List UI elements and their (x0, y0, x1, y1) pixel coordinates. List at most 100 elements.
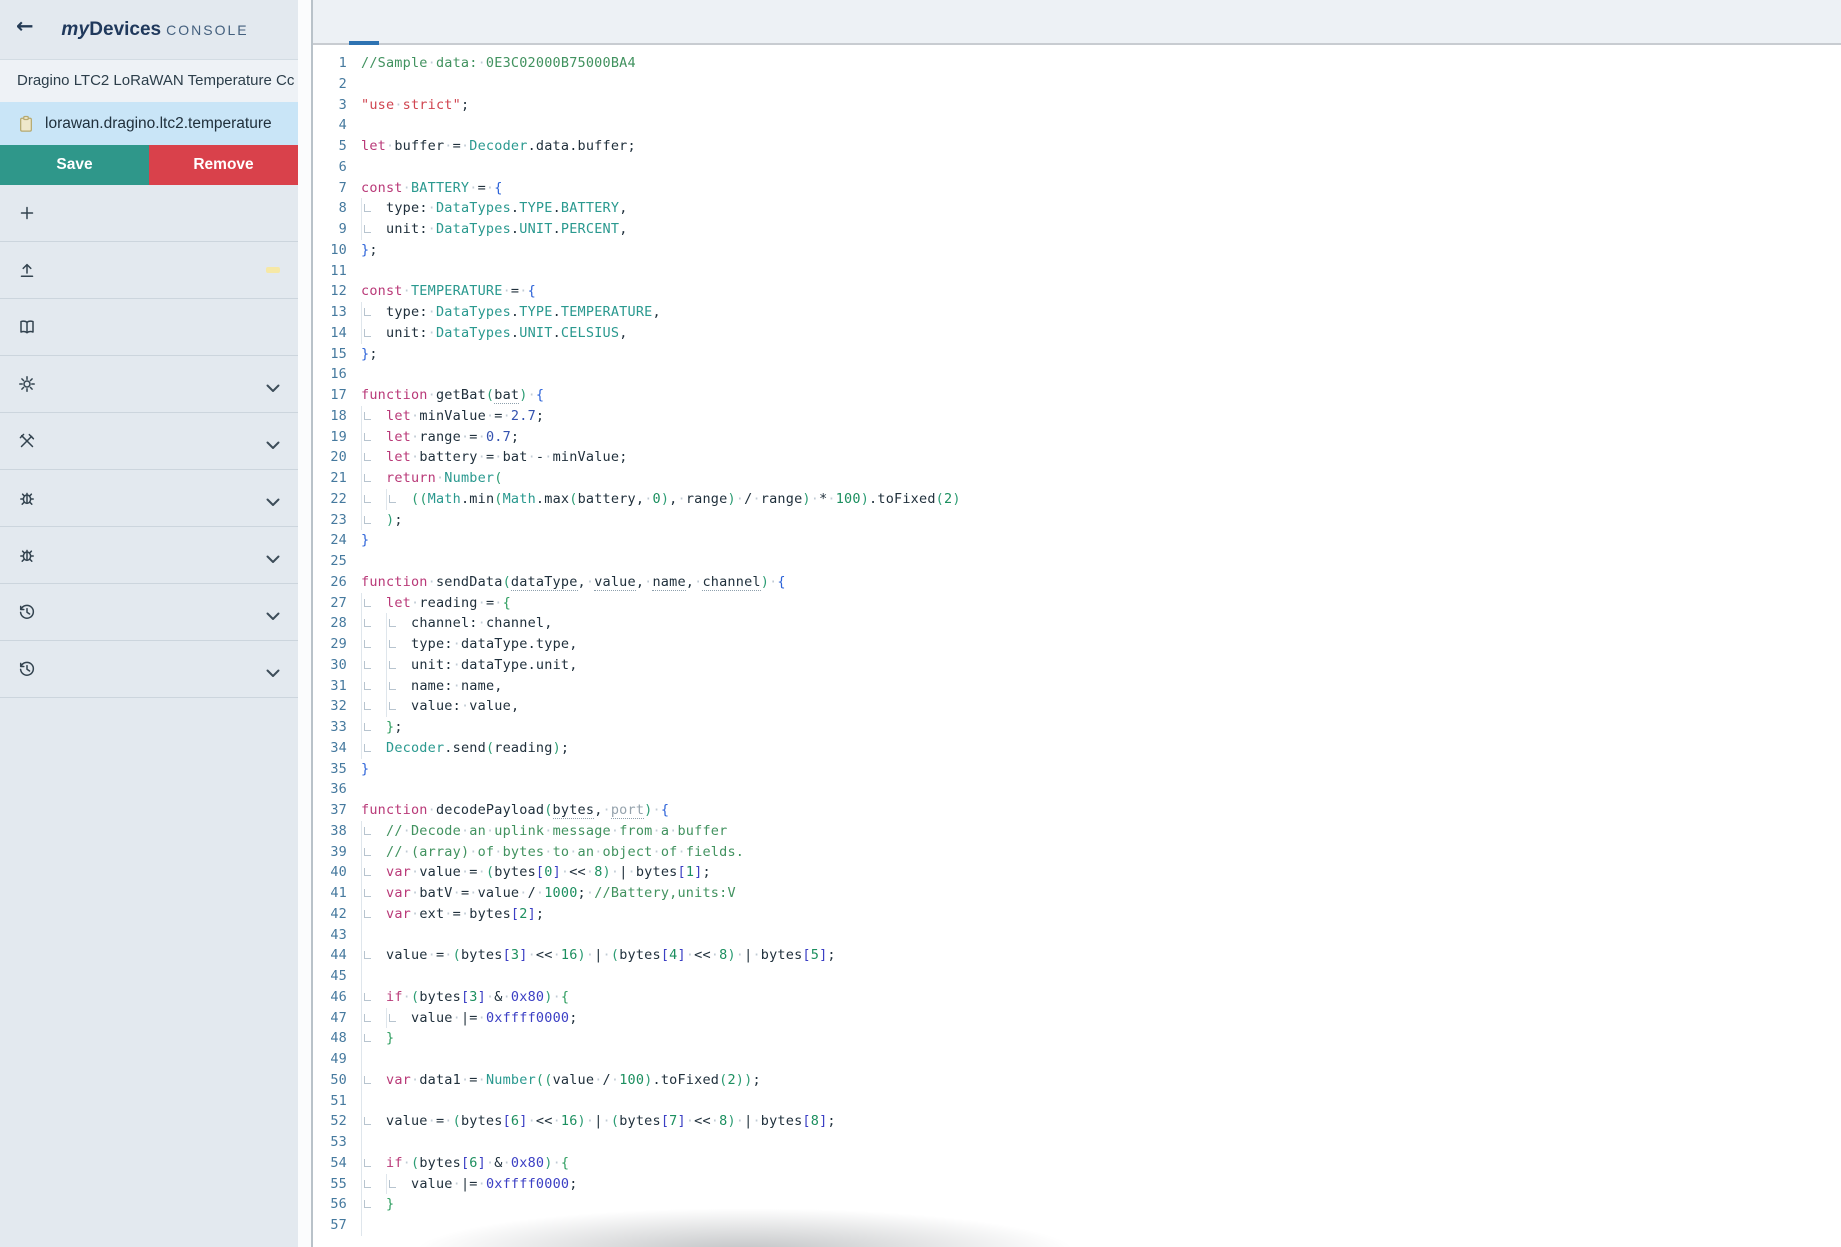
remove-button[interactable]: Remove (149, 145, 298, 185)
code-line[interactable]: 30unit:·dataType.unit, (313, 655, 1841, 676)
chevron-down-icon[interactable] (266, 551, 280, 560)
code-line[interactable]: 8type:·DataTypes.TYPE.BATTERY, (313, 198, 1841, 219)
code-line[interactable]: 31name:·name, (313, 676, 1841, 697)
code-line[interactable]: 25 (313, 551, 1841, 572)
sidebar-item-import-codec[interactable] (0, 242, 298, 299)
sidebar-item-encoder-debug[interactable] (0, 527, 298, 584)
code-line[interactable]: 13type:·DataTypes.TYPE.TEMPERATURE, (313, 302, 1841, 323)
code-line[interactable]: 49 (313, 1049, 1841, 1070)
code-line[interactable]: 14unit:·DataTypes.UNIT.CELSIUS, (313, 323, 1841, 344)
book-icon (18, 318, 36, 336)
sidebar-item-codec-options[interactable] (0, 356, 298, 413)
code-line[interactable]: 36 (313, 779, 1841, 800)
code-line[interactable]: 26function·sendData(dataType,·value,·nam… (313, 572, 1841, 593)
code-line[interactable]: 48} (313, 1028, 1841, 1049)
code-line[interactable]: 44value·=·(bytes[3]·<<·16)·|·(bytes[4]·<… (313, 945, 1841, 966)
sidebar-item-codec-library[interactable] (0, 299, 298, 356)
code-line[interactable]: 35} (313, 759, 1841, 780)
line-number: 51 (313, 1091, 361, 1112)
code-line[interactable]: 19let·range·=·0.7; (313, 427, 1841, 448)
code-line[interactable]: 21return·Number( (313, 468, 1841, 489)
line-number: 22 (313, 489, 361, 510)
line-number: 14 (313, 323, 361, 344)
code-line[interactable]: 11 (313, 261, 1841, 282)
code-line[interactable]: 39//·(array)·of·bytes·to·an·object·of·fi… (313, 842, 1841, 863)
indent-guide (361, 323, 386, 344)
code-line[interactable]: 51 (313, 1091, 1841, 1112)
sidebar-item-decoder-debug[interactable] (0, 470, 298, 527)
code-line[interactable]: 16 (313, 364, 1841, 385)
sidebar-item-device-options[interactable] (0, 641, 298, 698)
save-button[interactable]: Save (0, 145, 149, 185)
line-number: 56 (313, 1194, 361, 1215)
code-line[interactable]: 24} (313, 530, 1841, 551)
code-line[interactable]: 1//Sample·data:·0E3C02000B75000BA4 (313, 53, 1841, 74)
indent-guide (361, 1091, 386, 1112)
code-line[interactable]: 37function·decodePayload(bytes,·port)·{ (313, 800, 1841, 821)
line-number: 7 (313, 178, 361, 199)
chevron-down-icon[interactable] (266, 437, 280, 446)
code-line[interactable]: 34Decoder.send(reading); (313, 738, 1841, 759)
code-line[interactable]: 56} (313, 1194, 1841, 1215)
indent-guide (361, 219, 386, 240)
code-line[interactable]: 15}; (313, 344, 1841, 365)
code-line[interactable]: 43 (313, 925, 1841, 946)
code-line[interactable]: 57 (313, 1215, 1841, 1236)
code-line[interactable]: 45 (313, 966, 1841, 987)
code-line[interactable]: 23); (313, 510, 1841, 531)
code-line[interactable]: 53 (313, 1132, 1841, 1153)
tab-setup-js[interactable] (439, 0, 469, 43)
code-line[interactable]: 47value·|=·0xffff0000; (313, 1008, 1841, 1029)
line-number: 36 (313, 779, 361, 800)
selected-codec-item[interactable]: lorawan.dragino.ltc2.temperature (0, 102, 298, 145)
sidebar-item-decoder-builder[interactable] (0, 413, 298, 470)
chevron-down-icon[interactable] (266, 494, 280, 503)
sidebar-scrollbar-track[interactable] (298, 0, 311, 1247)
code-line[interactable]: 41var·batV·=·value·/·1000;·//Battery,uni… (313, 883, 1841, 904)
code-line[interactable]: 28channel:·channel, (313, 613, 1841, 634)
indent-guide (386, 613, 411, 634)
codec-title[interactable]: Dragino LTC2 LoRaWAN Temperature Cc (0, 60, 298, 102)
code-line[interactable]: 4 (313, 115, 1841, 136)
chevron-down-icon[interactable] (266, 608, 280, 617)
code-line[interactable]: 54if·(bytes[6]·&·0x80)·{ (313, 1153, 1841, 1174)
tab-common-js[interactable] (319, 0, 349, 43)
chevron-down-icon[interactable] (266, 665, 280, 674)
code-line[interactable]: 50var·data1·=·Number((value·/·100).toFix… (313, 1070, 1841, 1091)
code-line[interactable]: 9unit:·DataTypes.UNIT.PERCENT, (313, 219, 1841, 240)
code-line[interactable]: 42var·ext·=·bytes[2]; (313, 904, 1841, 925)
code-line[interactable]: 46if·(bytes[3]·&·0x80)·{ (313, 987, 1841, 1008)
code-line[interactable]: 7const·BATTERY·=·{ (313, 178, 1841, 199)
code-line[interactable]: 3"use·strict"; (313, 95, 1841, 116)
code-line[interactable]: 5let·buffer·=·Decoder.data.buffer; (313, 136, 1841, 157)
tab-decoder-test-json[interactable] (379, 0, 409, 43)
line-number: 24 (313, 530, 361, 551)
code-line[interactable]: 40var·value·=·(bytes[0]·<<·8)·|·bytes[1]… (313, 862, 1841, 883)
code-line[interactable]: 2 (313, 74, 1841, 95)
back-button[interactable]: ← (16, 16, 34, 37)
code-line[interactable]: 10}; (313, 240, 1841, 261)
code-line[interactable]: 18let·minValue·=·2.7; (313, 406, 1841, 427)
code-line[interactable]: 17function·getBat(bat)·{ (313, 385, 1841, 406)
code-line[interactable]: 27let·reading·=·{ (313, 593, 1841, 614)
code-line[interactable]: 52value·=·(bytes[6]·<<·16)·|·(bytes[7]·<… (313, 1111, 1841, 1132)
code-line[interactable]: 29type:·dataType.type, (313, 634, 1841, 655)
editor-tabbar (313, 0, 1841, 45)
sidebar-item-new-codec[interactable] (0, 185, 298, 242)
tab-encoder-js[interactable] (409, 0, 439, 43)
sidebar-item-device-session[interactable] (0, 584, 298, 641)
code-line[interactable]: 20let·battery·=·bat·-·minValue; (313, 447, 1841, 468)
code-line[interactable]: 38//·Decode·an·uplink·message·from·a·buf… (313, 821, 1841, 842)
code-line[interactable]: 33}; (313, 717, 1841, 738)
code-line[interactable]: 6 (313, 157, 1841, 178)
tab-decoder-js[interactable] (349, 0, 379, 43)
code-editor[interactable]: 1//Sample·data:·0E3C02000B75000BA423"use… (313, 45, 1841, 1247)
chevron-down-icon[interactable] (266, 380, 280, 389)
code-line[interactable]: 32value:·value, (313, 696, 1841, 717)
tab-readme-md[interactable] (469, 0, 499, 43)
indent-guide (386, 489, 411, 510)
indent-guide (361, 738, 386, 759)
code-line[interactable]: 55value·|=·0xffff0000; (313, 1174, 1841, 1195)
code-line[interactable]: 12const·TEMPERATURE·=·{ (313, 281, 1841, 302)
code-line[interactable]: 22((Math.min(Math.max(battery,·0),·range… (313, 489, 1841, 510)
